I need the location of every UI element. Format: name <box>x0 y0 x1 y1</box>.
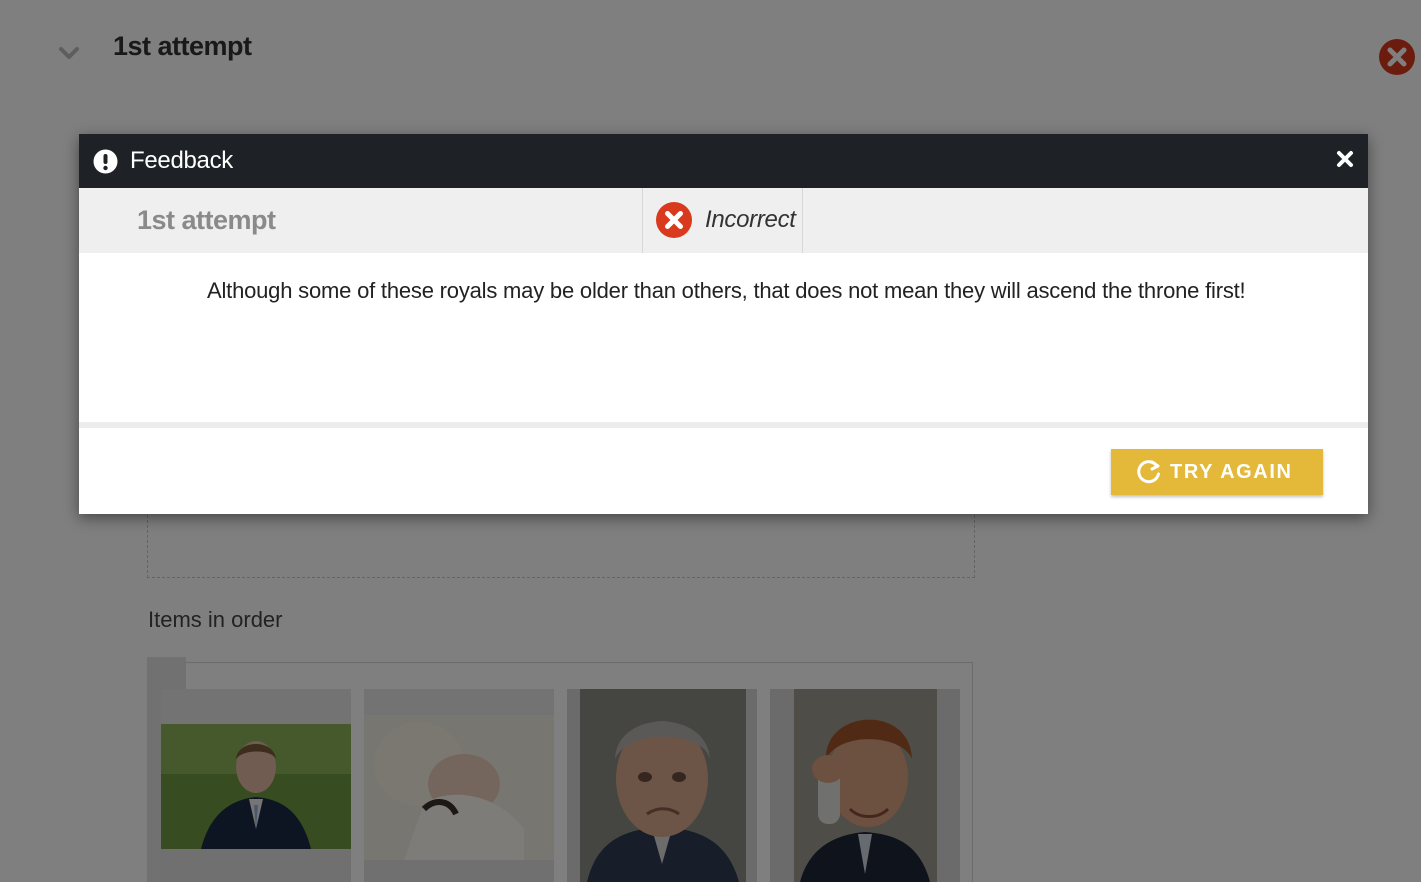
result-label: Incorrect <box>705 206 796 233</box>
status-divider <box>802 188 803 253</box>
close-icon[interactable] <box>1335 149 1355 169</box>
feedback-message: Although some of these royals may be old… <box>207 278 1246 303</box>
exclamation-circle-icon <box>93 149 118 174</box>
try-again-button[interactable]: TRY AGAIN <box>1111 449 1323 495</box>
feedback-dialog: Feedback 1st attempt Incorrect Although … <box>79 134 1368 514</box>
attempt-label: 1st attempt <box>137 205 276 235</box>
page: 1st attempt Items in order <box>0 0 1421 882</box>
dialog-title: Feedback <box>130 147 233 174</box>
x-circle-icon <box>656 202 692 238</box>
refresh-icon <box>1137 460 1160 484</box>
status-divider <box>642 188 643 253</box>
dialog-header: Feedback <box>79 134 1368 188</box>
dialog-separator <box>79 422 1368 428</box>
attempt-status-bar: 1st attempt Incorrect <box>79 188 1368 253</box>
try-again-label: TRY AGAIN <box>1170 461 1293 483</box>
